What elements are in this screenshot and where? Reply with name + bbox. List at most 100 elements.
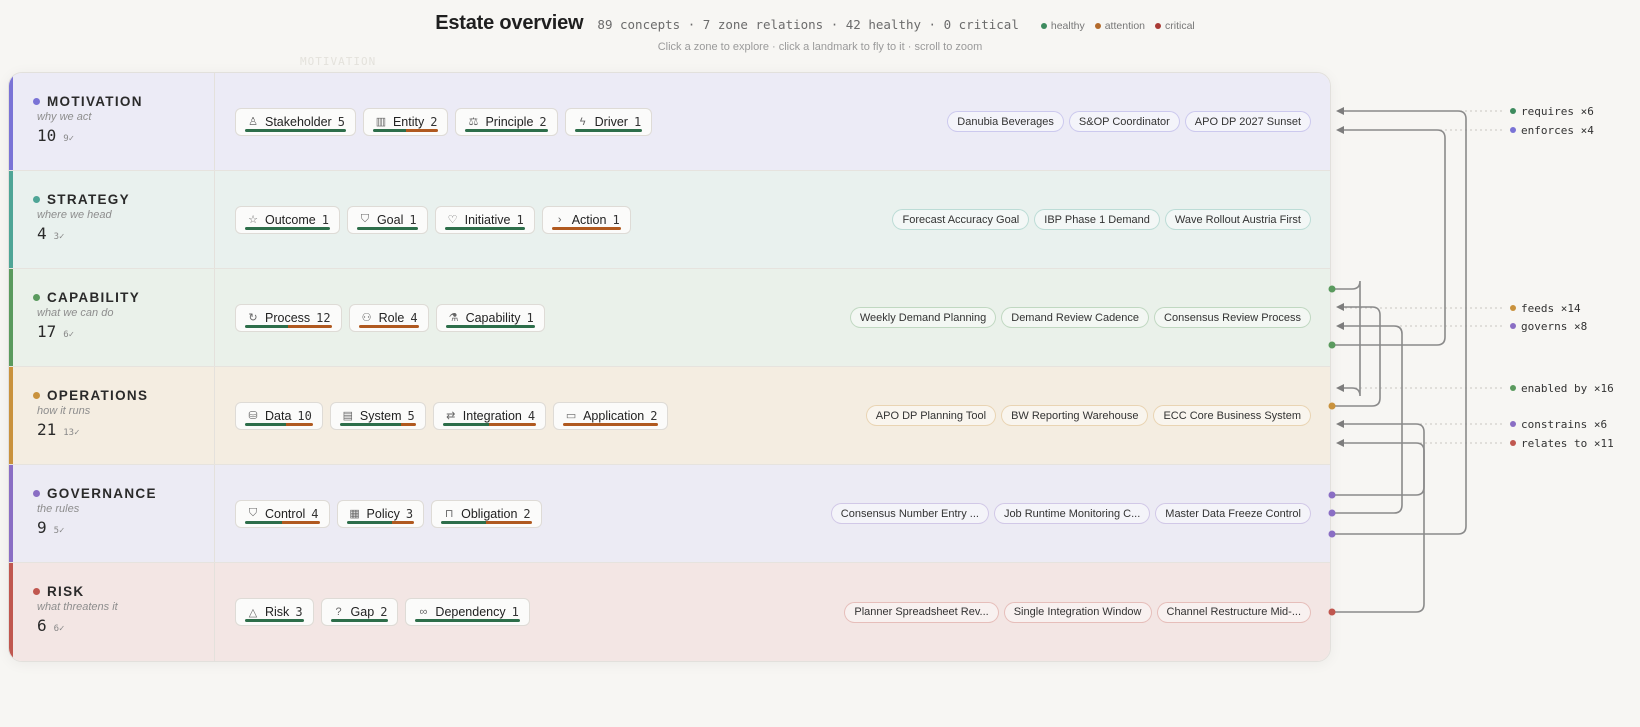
- relation-label[interactable]: relates to ×11: [1521, 437, 1614, 450]
- zone-label[interactable]: CAPABILITY what we can do 17 6✓: [9, 269, 215, 366]
- chip-capability[interactable]: ⚗ Capability 1: [435, 303, 545, 332]
- relation-label[interactable]: constrains ×6: [1521, 418, 1607, 431]
- chip-initiative[interactable]: ♡ Initiative 1: [434, 205, 535, 234]
- landmark-pill[interactable]: S&OP Coordinator: [1068, 111, 1180, 132]
- relation-label[interactable]: governs ×8: [1521, 320, 1587, 333]
- chip-data[interactable]: ⛁ Data 10: [235, 401, 323, 430]
- zone-label[interactable]: STRATEGY where we head 4 3✓: [9, 171, 215, 268]
- chip-label: Driver: [594, 114, 628, 129]
- chip-goal[interactable]: ⛉ Goal 1: [346, 205, 428, 234]
- landmark-pill[interactable]: BW Reporting Warehouse: [1001, 405, 1149, 426]
- health-bar: [245, 520, 320, 524]
- relation-label[interactable]: enforces ×4: [1521, 124, 1594, 137]
- chip-count: 2: [650, 408, 658, 423]
- landmark-pill[interactable]: Demand Review Cadence: [1001, 307, 1150, 328]
- estate-stats: 89 concepts · 7 zone relations · 42 heal…: [597, 17, 1019, 32]
- zone-operations[interactable]: OPERATIONS how it runs 21 13✓ ⛁ Data 10 …: [9, 367, 1330, 465]
- zone-total: 9: [37, 518, 47, 537]
- chip-label: Obligation: [461, 506, 518, 521]
- zone-strategy[interactable]: STRATEGY where we head 4 3✓ ☆ Outcome 1 …: [9, 171, 1330, 269]
- relation-dot-icon: [1510, 385, 1516, 391]
- landmark-pill[interactable]: APO DP Planning Tool: [865, 405, 997, 426]
- legend-item-attention: attention: [1094, 20, 1145, 32]
- zone-label[interactable]: MOTIVATION why we act 10 9✓: [9, 73, 215, 170]
- landmark-pill[interactable]: Consensus Number Entry ...: [830, 503, 989, 524]
- zone-label[interactable]: RISK what threatens it 6 6✓: [9, 563, 215, 661]
- relation-arrow[interactable]: [1332, 107, 1467, 535]
- relation-arrow[interactable]: [1332, 126, 1446, 346]
- relation-arrow[interactable]: [1332, 439, 1425, 613]
- landmark-pill[interactable]: IBP Phase 1 Demand: [1034, 209, 1160, 230]
- chip-label: Process: [265, 310, 311, 325]
- zone-capability[interactable]: CAPABILITY what we can do 17 6✓ ↻ Proces…: [9, 269, 1330, 367]
- landmark-pill[interactable]: Forecast Accuracy Goal: [892, 209, 1030, 230]
- landmark-pill[interactable]: Single Integration Window: [1003, 601, 1152, 623]
- chip-system[interactable]: ▤ System 5: [329, 401, 426, 430]
- zone-governance[interactable]: GOVERNANCE the rules 9 5✓ ⛉ Control 4 ▦ …: [9, 465, 1330, 563]
- critical-dot-icon: [1155, 23, 1162, 29]
- landmark-pill[interactable]: Danubia Beverages: [947, 111, 1064, 132]
- relation-label[interactable]: enabled by ×16: [1521, 382, 1614, 395]
- chip-gap[interactable]: ? Gap 2: [320, 598, 399, 626]
- person-icon: ♙: [248, 116, 258, 128]
- zone-healthy: 9✓: [63, 134, 75, 144]
- zone-risk[interactable]: RISK what threatens it 6 6✓ △ Risk 3 ? G…: [9, 563, 1330, 661]
- zone-healthy: 6✓: [53, 624, 65, 634]
- zone-motivation[interactable]: MOTIVATION why we act 10 9✓ ♙ Stakeholde…: [9, 73, 1330, 171]
- chip-count: 1: [633, 114, 642, 129]
- relation-label[interactable]: requires ×6: [1521, 105, 1594, 118]
- chip-control[interactable]: ⛉ Control 4: [235, 499, 330, 528]
- page-title: Estate overview: [435, 12, 584, 34]
- chip-role[interactable]: ⚇ Role 4: [348, 303, 429, 332]
- chip-dependency[interactable]: ∞ Dependency 1: [405, 598, 530, 626]
- zone-subtitle: what we can do: [37, 307, 114, 319]
- relation-arrow[interactable]: [1332, 322, 1403, 514]
- chip-principle[interactable]: ⚖ Principle 2: [455, 107, 558, 136]
- database-icon: ⛁: [248, 410, 258, 422]
- landmark-pill[interactable]: Weekly Demand Planning: [849, 307, 997, 328]
- zone-count: 17 6✓: [37, 322, 214, 341]
- chip-label: Application: [583, 408, 645, 423]
- chip-count: 1: [321, 212, 329, 227]
- chip-driver[interactable]: ϟ Driver 1: [564, 107, 653, 136]
- chevron-right-icon: ›: [557, 213, 562, 226]
- chip-count: 10: [297, 408, 312, 423]
- zone-count: 10 9✓: [37, 126, 214, 145]
- chip-process[interactable]: ↻ Process 12: [235, 303, 342, 332]
- chip-outcome[interactable]: ☆ Outcome 1: [235, 205, 340, 234]
- zone-dot-icon: [33, 98, 40, 105]
- landmark-pill[interactable]: Master Data Freeze Control: [1155, 503, 1311, 524]
- chip-action[interactable]: › Action 1: [541, 205, 631, 234]
- health-bar: [563, 422, 659, 426]
- zone-dot-icon: [33, 490, 40, 497]
- relation-arrow[interactable]: [1332, 420, 1425, 496]
- chip-obligation[interactable]: ⊓ Obligation 2: [431, 499, 542, 528]
- landmark-pill[interactable]: Wave Rollout Austria First: [1164, 209, 1311, 230]
- landmarks: Forecast Accuracy Goal IBP Phase 1 Demand…: [892, 209, 1311, 230]
- landmark-pill[interactable]: Planner Spreadsheet Rev...: [844, 601, 999, 623]
- relation-label[interactable]: feeds ×14: [1521, 302, 1581, 315]
- ghost-zone-label: MOTIVATION: [300, 55, 377, 68]
- relation-dot-icon: [1510, 127, 1516, 133]
- chip-integration[interactable]: ⇄ Integration 4: [432, 401, 547, 430]
- chip-count: 4: [410, 310, 418, 325]
- health-bar: [551, 226, 621, 230]
- zone-label[interactable]: OPERATIONS how it runs 21 13✓: [9, 367, 215, 464]
- chip-stakeholder[interactable]: ♙ Stakeholder 5: [235, 107, 356, 136]
- landmark-pill[interactable]: Channel Restructure Mid-...: [1156, 601, 1311, 623]
- relation-arrow[interactable]: [1332, 303, 1381, 407]
- chip-count: 3: [405, 506, 414, 521]
- landmark-pill[interactable]: APO DP 2027 Sunset: [1184, 111, 1311, 132]
- zone-label[interactable]: GOVERNANCE the rules 9 5✓: [9, 465, 215, 562]
- landmark-pill[interactable]: Job Runtime Monitoring C...: [993, 503, 1151, 524]
- health-bar: [339, 422, 416, 426]
- chip-entity[interactable]: ▥ Entity 2: [362, 107, 449, 136]
- chip-policy[interactable]: ▦ Policy 3: [336, 499, 425, 528]
- chip-application[interactable]: ▭ Application 2: [553, 401, 669, 430]
- relation-arrow[interactable]: [1332, 280, 1361, 397]
- chip-label: System: [359, 408, 402, 423]
- chip-risk[interactable]: △ Risk 3: [235, 598, 314, 626]
- landmark-pill[interactable]: Consensus Review Process: [1154, 307, 1311, 328]
- landmark-pill[interactable]: ECC Core Business System: [1153, 405, 1311, 426]
- heart-icon: ♡: [447, 214, 458, 226]
